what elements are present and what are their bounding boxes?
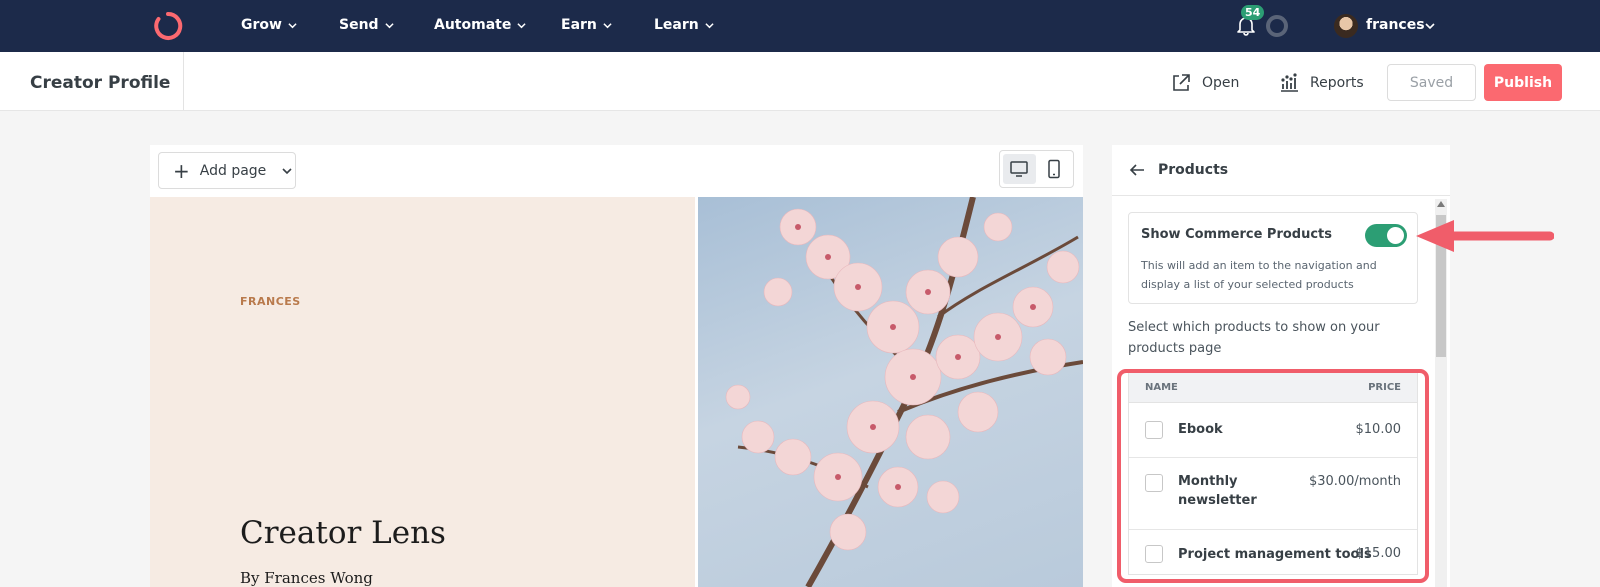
table-row[interactable]: Project management tools $15.00 [1129, 530, 1417, 576]
toggle-knob [1387, 227, 1404, 244]
scroll-up-arrow-icon[interactable] [1437, 201, 1445, 207]
reports-button[interactable]: Reports [1278, 72, 1364, 94]
column-header-name: NAME [1145, 382, 1178, 393]
toggle-description: This will add an item to the navigation … [1141, 259, 1377, 291]
add-page-label: Add page [199, 162, 267, 179]
hero-title: Creator Lens [240, 515, 446, 551]
notification-badge: 54 [1241, 5, 1265, 20]
desktop-icon [1010, 161, 1028, 177]
open-label: Open [1202, 75, 1240, 91]
chevron-down-icon [603, 22, 612, 28]
page-header: Creator Profile Open Reports Saved Publi… [0, 52, 1600, 111]
external-link-icon [1173, 74, 1190, 91]
plus-icon: + [173, 158, 190, 183]
column-header-price: PRICE [1368, 382, 1401, 393]
hero-eyebrow: FRANCES [240, 295, 301, 308]
hero-text-section[interactable]: FRANCES Creator Lens By Frances Wong [150, 197, 695, 587]
show-commerce-products-toggle[interactable] [1365, 224, 1407, 247]
chevron-down-icon [288, 22, 297, 28]
mobile-view-button[interactable] [1038, 154, 1071, 184]
device-toggle [999, 150, 1074, 188]
panel-title: Products [1158, 162, 1229, 178]
table-row[interactable]: Monthly newsletter $30.00/month [1129, 458, 1417, 530]
commerce-toggle-card: Show Commerce Products This will add an … [1128, 212, 1418, 304]
divider [183, 52, 184, 110]
chevron-down-icon[interactable] [1425, 21, 1435, 31]
table-header: NAME PRICE [1129, 370, 1417, 403]
desktop-view-button[interactable] [1003, 154, 1036, 184]
avatar[interactable] [1334, 14, 1358, 38]
nav-send[interactable]: Send [339, 17, 394, 33]
product-name: Ebook [1178, 422, 1223, 437]
reports-chart-icon [1281, 73, 1298, 92]
back-arrow-icon[interactable] [1128, 161, 1146, 179]
hero-subtitle: By Frances Wong [240, 569, 373, 587]
callout-arrow-icon [1416, 220, 1554, 252]
top-navigation: Grow Send Automate Earn Learn 54 frances [0, 0, 1600, 52]
product-price: $10.00 [1355, 422, 1402, 437]
toggle-title: Show Commerce Products [1141, 227, 1333, 242]
table-row[interactable]: Ebook $10.00 [1129, 404, 1417, 458]
nav-learn[interactable]: Learn [654, 17, 714, 33]
product-checkbox[interactable] [1145, 474, 1163, 492]
product-name: Project management tools [1178, 547, 1372, 562]
page-preview: + Add page FRANCES Creator Lens By Franc… [150, 145, 1083, 587]
user-name[interactable]: frances [1366, 17, 1425, 33]
publish-button[interactable]: Publish [1484, 64, 1562, 101]
nav-grow-label: Grow [241, 17, 282, 33]
page-title: Creator Profile [30, 73, 171, 93]
product-checkbox[interactable] [1145, 545, 1163, 563]
nav-grow[interactable]: Grow [241, 17, 297, 33]
logo-icon[interactable] [153, 11, 183, 41]
loading-spinner-icon [1266, 15, 1288, 37]
product-checkbox[interactable] [1145, 421, 1163, 439]
chevron-down-icon [517, 22, 526, 28]
product-name: Monthly newsletter [1178, 474, 1257, 508]
nav-automate-label: Automate [434, 17, 512, 33]
mobile-icon [1048, 159, 1060, 179]
nav-earn[interactable]: Earn [561, 17, 612, 33]
open-button[interactable]: Open [1170, 72, 1239, 94]
select-products-text: Select which products to show on your pr… [1128, 320, 1380, 356]
chevron-down-icon [282, 167, 292, 174]
cherry-blossom-image [725, 197, 1083, 587]
nav-send-label: Send [339, 17, 379, 33]
saved-button[interactable]: Saved [1387, 64, 1476, 101]
add-page-button[interactable]: + Add page [158, 152, 296, 189]
products-panel: Products Show Commerce Products This wil… [1112, 145, 1450, 587]
chevron-down-icon [705, 22, 714, 28]
nav-automate[interactable]: Automate [434, 17, 526, 33]
products-table: NAME PRICE Ebook $10.00 Monthly newslett… [1128, 369, 1418, 575]
reports-label: Reports [1310, 75, 1364, 91]
product-price: $15.00 [1355, 546, 1402, 561]
panel-header: Products [1112, 145, 1450, 196]
hero-image[interactable] [698, 197, 1083, 587]
chevron-down-icon [384, 22, 394, 28]
nav-learn-label: Learn [654, 17, 699, 33]
product-price: $30.00/month [1308, 474, 1401, 489]
nav-earn-label: Earn [561, 17, 597, 33]
